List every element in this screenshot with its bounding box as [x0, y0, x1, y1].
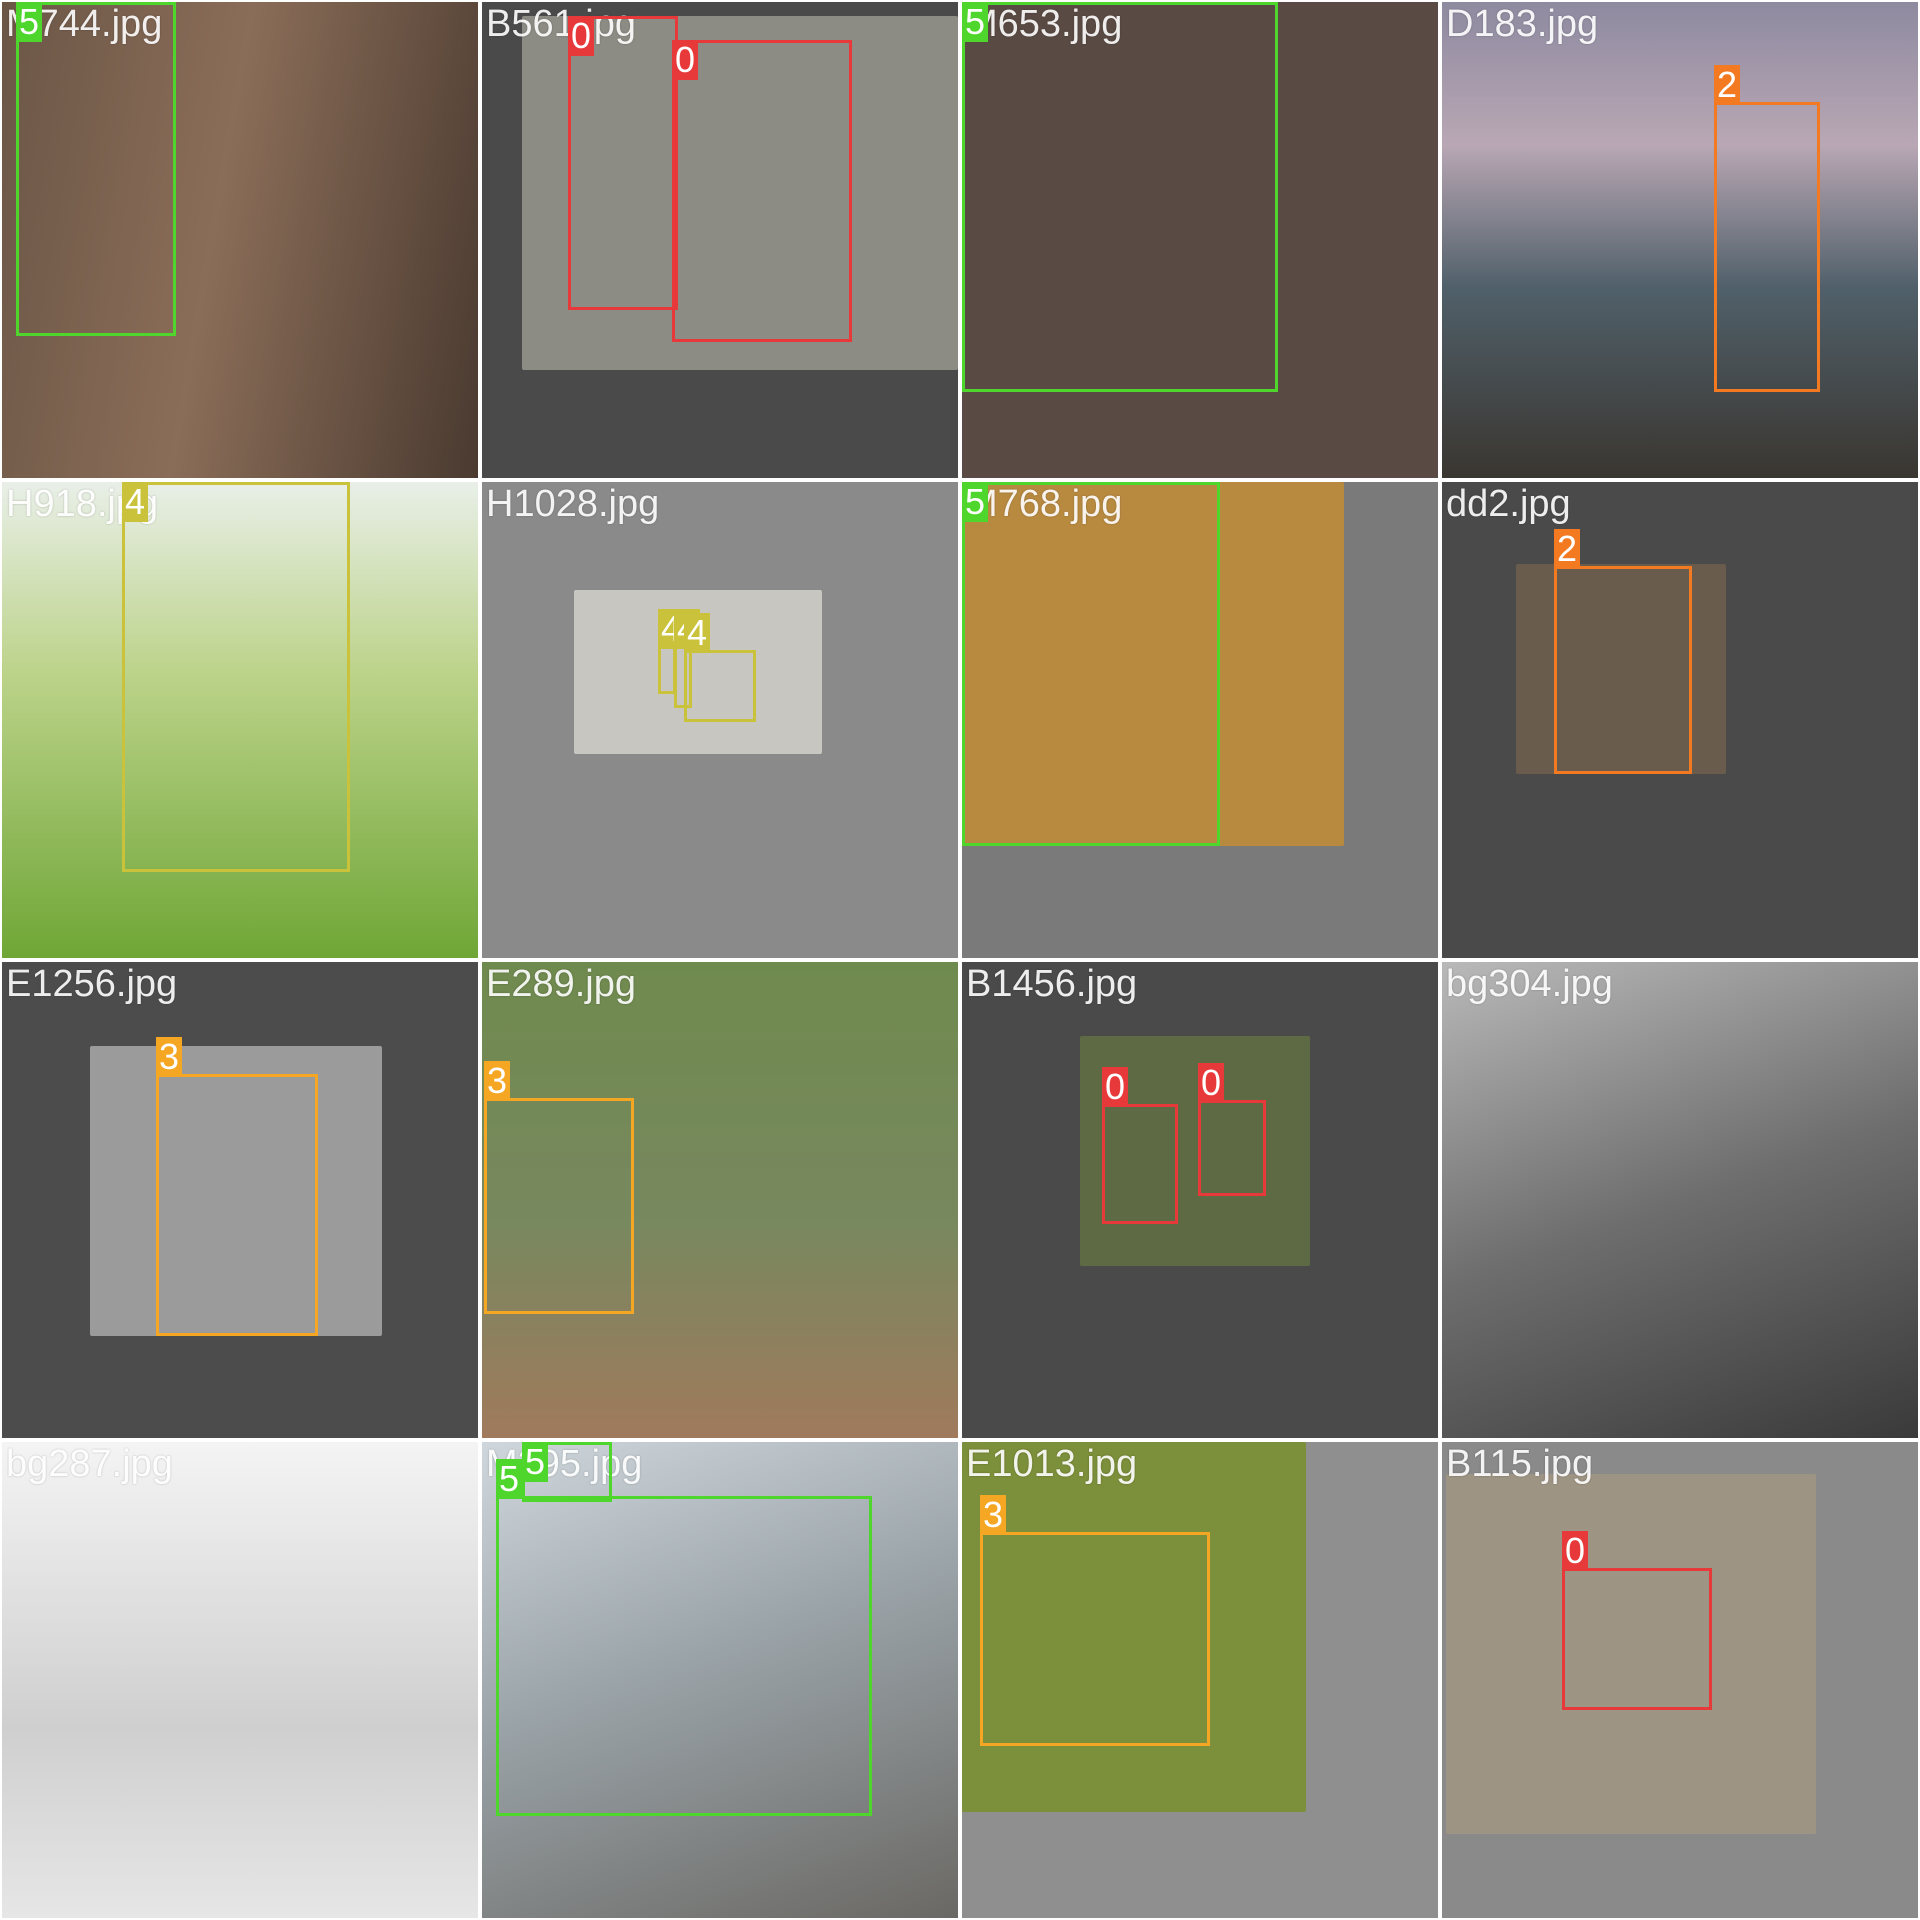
image-tile: B115.jpg 0: [1442, 1442, 1918, 1918]
detection-mosaic: M744.jpg 5 B561.jpg 0 0 M653.jpg 5 D183.jpg 2 H91…: [0, 0, 1920, 1920]
bounding-box: 3: [980, 1495, 1210, 1746]
class-label: 5: [522, 1442, 548, 1482]
image-tile: M295.jpg 5 5: [482, 1442, 958, 1918]
class-label: 5: [16, 2, 42, 42]
image-tile: M768.jpg 5: [962, 482, 1438, 958]
class-label: 3: [156, 1037, 182, 1077]
class-label: 0: [672, 40, 698, 80]
image-tile: bg304.jpg: [1442, 962, 1918, 1438]
image-filename: dd2.jpg: [1446, 483, 1571, 525]
class-label: 0: [1198, 1063, 1224, 1103]
class-label: 4: [684, 613, 710, 653]
class-label: 5: [496, 1459, 522, 1499]
image-tile: dd2.jpg 2: [1442, 482, 1918, 958]
image-filename: bg287.jpg: [6, 1443, 173, 1485]
image-tile: E1013.jpg 3: [962, 1442, 1438, 1918]
image-tile: B561.jpg 0 0: [482, 2, 958, 478]
class-label: 5: [962, 482, 988, 522]
bounding-box: 5: [16, 2, 176, 336]
image-tile: M653.jpg 5: [962, 2, 1438, 478]
bounding-box: 4: [122, 482, 350, 872]
image-tile: B1456.jpg 0 0: [962, 962, 1438, 1438]
bounding-box: 2: [1554, 529, 1692, 774]
class-label: 0: [568, 16, 594, 56]
bounding-box: 5: [522, 1442, 612, 1502]
image-filename: D183.jpg: [1446, 3, 1599, 45]
image-tile: E289.jpg 3: [482, 962, 958, 1438]
bounding-box: 3: [484, 1061, 634, 1314]
image-filename: B115.jpg: [1446, 1443, 1594, 1485]
image-tile: bg287.jpg: [2, 1442, 478, 1918]
bounding-box: 5: [962, 482, 1220, 846]
bounding-box: 5: [962, 2, 1278, 392]
image-filename: H1028.jpg: [486, 483, 660, 525]
class-label: 0: [1102, 1067, 1128, 1107]
image-filename: E289.jpg: [486, 963, 637, 1005]
image-tile: M744.jpg 5: [2, 2, 478, 478]
image-filename: bg304.jpg: [1446, 963, 1613, 1005]
bounding-box: 0: [1562, 1531, 1712, 1710]
class-label: 2: [1554, 529, 1580, 569]
image-tile: D183.jpg 2: [1442, 2, 1918, 478]
class-label: 0: [1562, 1531, 1588, 1571]
bounding-box: 0: [1102, 1067, 1178, 1224]
bounding-box: 2: [1714, 65, 1820, 392]
bounding-box: 4: [684, 613, 756, 722]
image-tile: H1028.jpg444: [482, 482, 958, 958]
bounding-box: 0: [568, 16, 678, 310]
class-label: 2: [1714, 65, 1740, 105]
bounding-box: 5: [496, 1459, 872, 1816]
image-filename: E1256.jpg: [6, 963, 178, 1005]
image-filename: E1013.jpg: [966, 1443, 1138, 1485]
image-tile: H918.jpg 4: [2, 482, 478, 958]
class-label: 4: [122, 482, 148, 522]
class-label: 3: [484, 1061, 510, 1101]
bounding-box: 3: [156, 1037, 318, 1336]
bounding-box: 0: [672, 40, 852, 342]
bounding-box: 0: [1198, 1063, 1266, 1196]
image-filename: B1456.jpg: [966, 963, 1138, 1005]
image-tile: E1256.jpg 3: [2, 962, 478, 1438]
class-label: 3: [980, 1495, 1006, 1535]
class-label: 5: [962, 2, 988, 42]
